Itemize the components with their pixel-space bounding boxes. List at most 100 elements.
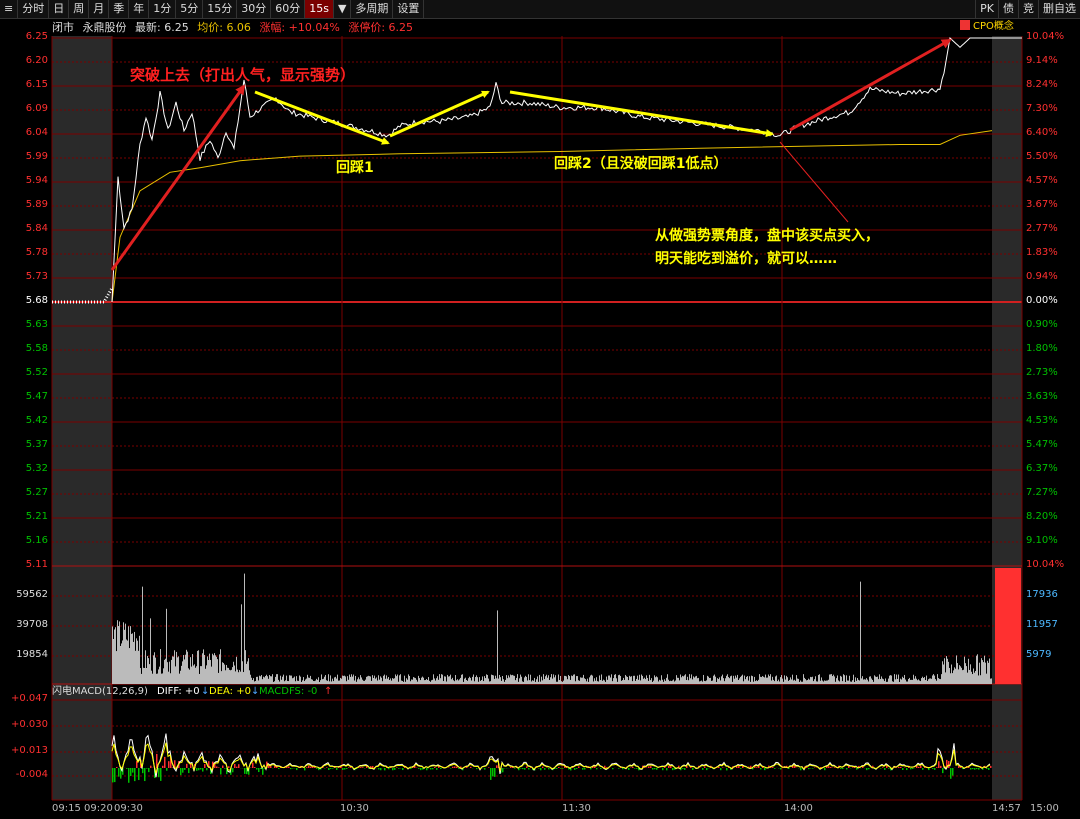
macd-bar [780,768,782,770]
intraday-chart[interactable]: 突破上去（打出人气，显示强势） 回踩1 回踩2（且没破回踩1低点） 从做强势票角… [0,0,1080,819]
annotation-note-line1: 从做强势票角度，盘中该买点买入， [655,227,879,244]
volume-bar [718,679,719,684]
volume-axis-right-label: 11957 [1026,619,1058,630]
volume-bar [400,674,401,684]
volume-bar [506,675,507,684]
volume-bar [816,681,817,684]
volume-bar [918,679,919,684]
volume-bar [648,680,649,684]
volume-bar [312,679,313,684]
volume-bar [176,651,177,684]
volume-bar [338,680,339,684]
volume-bar [195,667,196,684]
macd-bar [650,766,652,768]
volume-bar [740,676,741,684]
macd-bar [756,767,758,768]
volume-bar [289,675,290,684]
volume-bar [855,677,856,684]
macd-bar [990,765,992,768]
closing-auction-volume [995,568,1021,684]
volume-bar [746,676,747,684]
volume-bar [190,657,191,684]
volume-bar [177,657,178,684]
volume-bar [200,666,201,684]
volume-bar [590,675,591,684]
volume-bar [509,677,510,684]
macd-bar [310,766,312,768]
volume-bar [313,681,314,684]
volume-bar [364,680,365,684]
macd-bar [738,766,740,768]
volume-bar [354,680,355,684]
macd-axis-left-label: +0.047 [10,693,48,704]
volume-bar [592,675,593,684]
volume-bar [529,680,530,684]
volume-bar [238,672,239,684]
volume-bar [878,679,879,684]
volume-bar [845,681,846,684]
volume-bar [226,664,227,684]
volume-bar [472,676,473,684]
price-axis-left-label: 5.42 [25,415,48,426]
volume-bar [942,661,943,684]
macd-bar [306,767,308,768]
volume-bar [160,649,161,684]
macd-bar [270,766,272,768]
volume-bar [599,675,600,684]
macd-bar [868,768,870,770]
percent-axis-right-label: 6.40% [1026,127,1058,138]
volume-bar [876,676,877,684]
volume-bar [113,638,114,684]
volume-bar [443,681,444,684]
volume-bar [193,665,194,684]
volume-bar [671,681,672,684]
volume-bar [440,678,441,684]
volume-bar [637,675,638,684]
volume-bar [736,677,737,684]
volume-bar [907,681,908,684]
volume-bar [685,674,686,684]
volume-bar [189,669,190,684]
volume-bar [862,676,863,684]
macd-bar [380,768,382,771]
volume-bar [810,676,811,684]
volume-bar [832,676,833,684]
volume-bar [485,678,486,684]
volume-bar [966,666,967,684]
volume-bar [534,677,535,684]
macd-bar [410,768,412,770]
macd-bar [852,767,854,768]
volume-bar [916,678,917,684]
volume-bar [277,674,278,684]
volume-bar [172,656,173,684]
volume-bar [342,675,343,684]
volume-bar [475,676,476,684]
volume-bar [435,680,436,684]
volume-bar [387,678,388,684]
percent-axis-right-label: 8.20% [1026,511,1058,522]
macd-bar [800,768,802,771]
macd-bar [278,768,280,770]
volume-bar [837,675,838,684]
volume-bar [524,677,525,684]
volume-bar [304,681,305,684]
volume-bar [132,633,133,684]
volume-bar [679,680,680,684]
price-axis-left-label: 5.16 [25,535,48,546]
volume-bar [433,674,434,684]
volume-bar [802,681,803,684]
macd-bar [180,768,182,776]
volume-bar [558,674,559,684]
volume-bar [820,680,821,684]
volume-bar [790,677,791,684]
volume-bar [421,677,422,684]
volume-bar [791,679,792,684]
volume-bar [287,680,288,684]
volume-bar [865,679,866,684]
volume-bar [979,662,980,684]
macd-bar [146,768,148,769]
volume-bar [696,675,697,684]
volume-bar [984,655,985,684]
average-price-line [111,130,993,303]
volume-bar [307,674,308,684]
